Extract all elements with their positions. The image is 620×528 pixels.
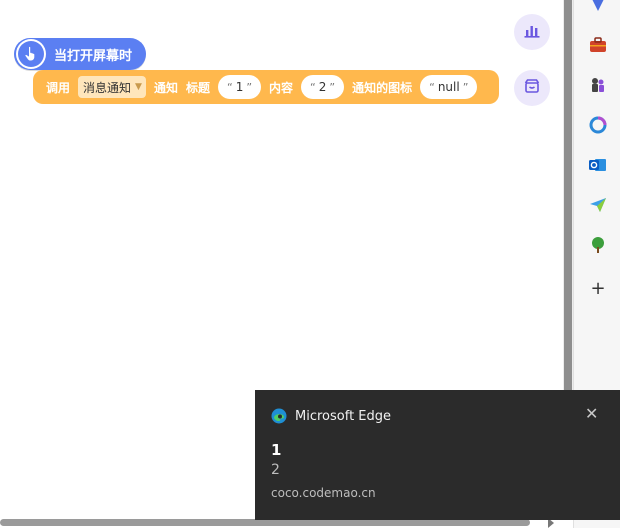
tools-icon[interactable]	[588, 35, 608, 55]
notification-app-name: Microsoft Edge	[295, 409, 392, 424]
microsoft365-icon[interactable]	[588, 115, 608, 135]
statistics-button[interactable]	[514, 14, 550, 50]
icon-label: 通知的图标	[352, 80, 413, 95]
notification-toast[interactable]: Microsoft Edge ✕ 1 2 coco.codemao.cn	[255, 390, 620, 520]
add-icon[interactable]: +	[588, 278, 608, 299]
notify-label: 通知	[153, 80, 178, 95]
tree-icon[interactable]	[588, 235, 608, 255]
title-input-value: 1	[235, 80, 244, 94]
quote-open: “	[226, 80, 233, 94]
event-block-on-screen-open[interactable]: 当打开屏幕时	[14, 38, 147, 70]
pointer-hand-icon	[18, 41, 44, 67]
extension-dropdown[interactable]: 消息通知 ▼	[78, 76, 146, 98]
close-icon[interactable]: ✕	[585, 406, 599, 422]
vertical-scrollbar-thumb[interactable]	[564, 0, 572, 390]
quote-open: “	[310, 80, 316, 94]
icon-input[interactable]: “ null ”	[420, 75, 478, 99]
title-input[interactable]: “ 1 ”	[217, 75, 262, 99]
chevron-down-icon: ▼	[135, 82, 142, 92]
edge-browser-icon	[271, 408, 287, 424]
notification-title: 1	[271, 441, 282, 459]
chart-icon	[524, 23, 540, 42]
games-icon[interactable]	[588, 75, 608, 95]
event-icon-wrap	[16, 39, 46, 69]
icon-input-value: null	[437, 80, 460, 94]
notification-body: 2	[271, 462, 280, 478]
quote-close: ”	[246, 80, 253, 94]
extension-dropdown-value: 消息通知	[83, 80, 132, 95]
store-icon	[524, 78, 540, 98]
event-block-label: 当打开屏幕时	[54, 48, 133, 64]
quote-close: ”	[329, 80, 336, 94]
quote-open: “	[429, 80, 435, 94]
title-label: 标题	[185, 80, 210, 95]
send-icon[interactable]	[588, 195, 608, 215]
content-input[interactable]: “ 2 ”	[301, 75, 345, 99]
outlook-icon[interactable]	[588, 155, 608, 175]
notification-source: coco.codemao.cn	[271, 486, 376, 500]
call-label: 调用	[46, 80, 71, 95]
content-label: 内容	[269, 80, 294, 95]
content-input-value: 2	[318, 80, 327, 94]
quote-close: ”	[462, 80, 469, 94]
favorites-icon[interactable]	[588, 0, 608, 16]
store-button[interactable]	[514, 70, 550, 106]
horizontal-scrollbar[interactable]	[0, 519, 530, 526]
call-notification-block[interactable]: 调用 消息通知 ▼ 通知 标题 “ 1 ” 内容 “ 2 ” 通知的图标 “ n…	[33, 70, 499, 104]
